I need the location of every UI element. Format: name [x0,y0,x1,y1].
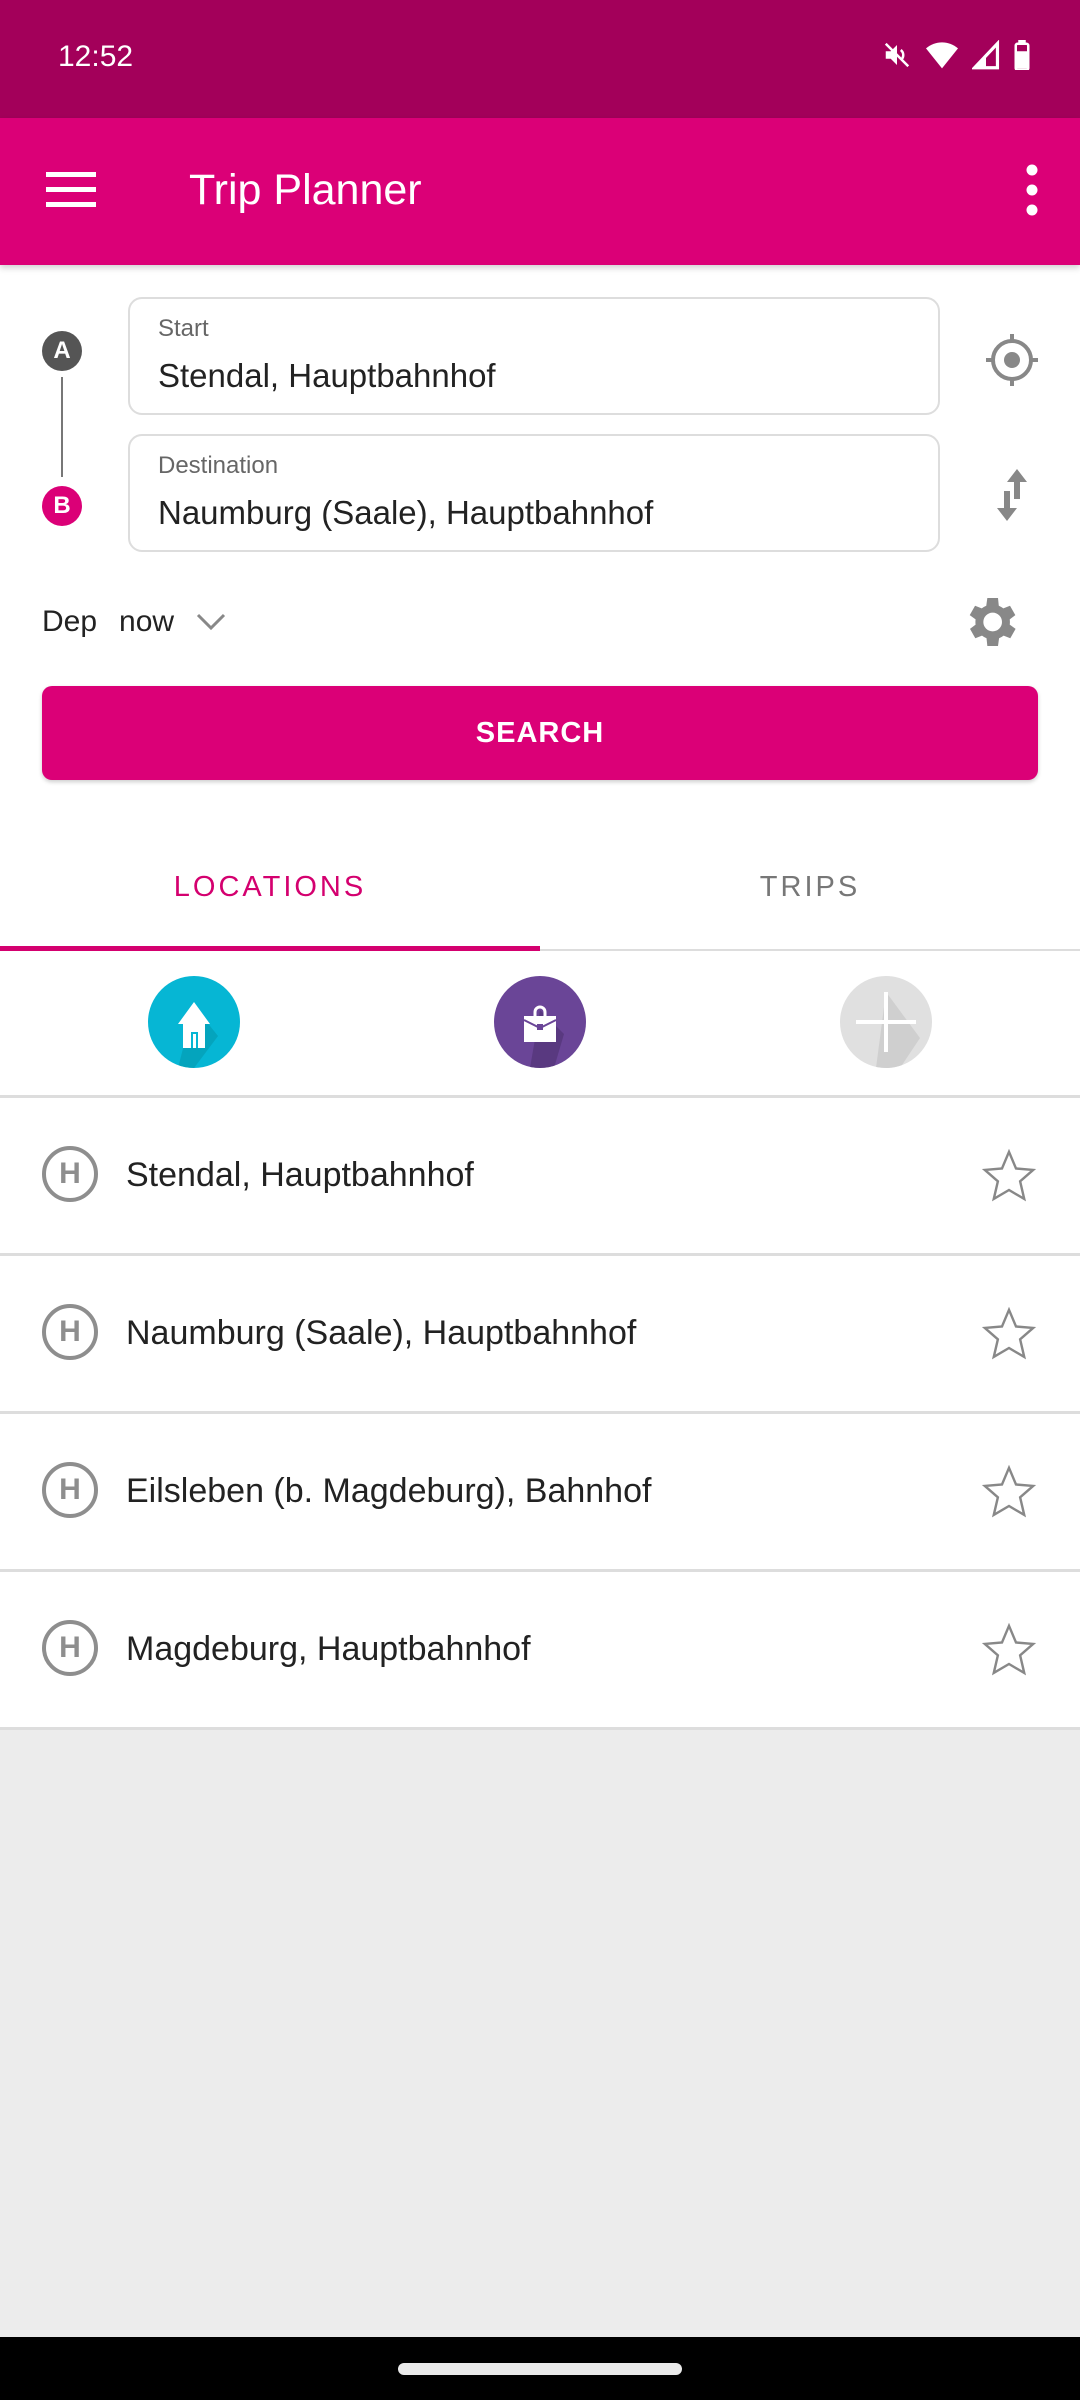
star-outline-icon[interactable] [980,1621,1038,1679]
app-title: Trip Planner [189,166,422,214]
location-name: Stendal, Hauptbahnhof [126,1156,474,1194]
add-favorite-button[interactable] [840,976,932,1068]
start-field[interactable]: Start [128,297,940,415]
list-item[interactable]: H Eilsleben (b. Magdeburg), Bahnhof [0,1414,1080,1572]
wifi-icon [926,42,958,69]
tab-locations[interactable]: LOCATIONS [0,825,540,949]
departure-selector[interactable]: Dep now [42,605,226,639]
work-favorite-button[interactable] [494,976,586,1068]
gear-icon[interactable] [958,590,1022,654]
home-favorite-button[interactable] [148,976,240,1068]
start-badge: A [42,331,82,371]
tab-trips[interactable]: TRIPS [540,825,1080,949]
location-name: Naumburg (Saale), Hauptbahnhof [126,1314,637,1352]
search-button[interactable]: SEARCH [42,686,1038,780]
departure-time: now [119,605,175,638]
list-item[interactable]: H Stendal, Hauptbahnhof [0,1098,1080,1256]
destination-field[interactable]: Destination [128,434,940,552]
favorite-places [0,951,1080,1098]
star-outline-icon[interactable] [980,1305,1038,1363]
station-icon: H [42,1462,98,1518]
station-icon: H [42,1146,98,1202]
star-outline-icon[interactable] [980,1147,1038,1205]
destination-badge: B [42,486,82,526]
my-location-icon[interactable] [982,330,1042,390]
start-input[interactable] [158,357,898,395]
location-name: Magdeburg, Hauptbahnhof [126,1630,531,1668]
route-connector-line [61,377,63,477]
more-vert-icon[interactable] [1020,164,1044,216]
destination-label: Destination [158,452,279,479]
status-time: 12:52 [58,40,134,73]
list-item[interactable]: H Naumburg (Saale), Hauptbahnhof [0,1256,1080,1414]
station-icon: H [42,1620,98,1676]
signal-icon [972,40,1000,70]
station-icon: H [42,1304,98,1360]
battery-icon [1014,40,1030,70]
home-icon [178,1002,218,1068]
home-gesture-handle[interactable] [398,2363,682,2375]
location-list: H Stendal, Hauptbahnhof H Naumburg (Saal… [0,1098,1080,1730]
chevron-down-icon [197,613,226,631]
location-name: Eilsleben (b. Magdeburg), Bahnhof [126,1472,652,1510]
briefcase-icon [523,1005,564,1068]
swap-vert-icon[interactable] [982,465,1042,525]
system-navigation-bar [0,2337,1080,2400]
star-outline-icon[interactable] [980,1463,1038,1521]
mute-icon [884,42,910,68]
status-bar: 12:52 [0,0,1080,118]
trip-form: A B Start Destination Dep now SEARCH [0,265,1080,825]
hamburger-menu-icon[interactable] [46,170,96,210]
destination-input[interactable] [158,494,898,532]
tab-bar: LOCATIONS TRIPS [0,825,1080,951]
start-label: Start [158,315,209,342]
departure-mode: Dep [42,605,98,638]
app-bar: Trip Planner [0,118,1080,265]
plus-icon [856,992,920,1068]
list-item[interactable]: H Magdeburg, Hauptbahnhof [0,1572,1080,1730]
status-icons [882,40,1030,70]
